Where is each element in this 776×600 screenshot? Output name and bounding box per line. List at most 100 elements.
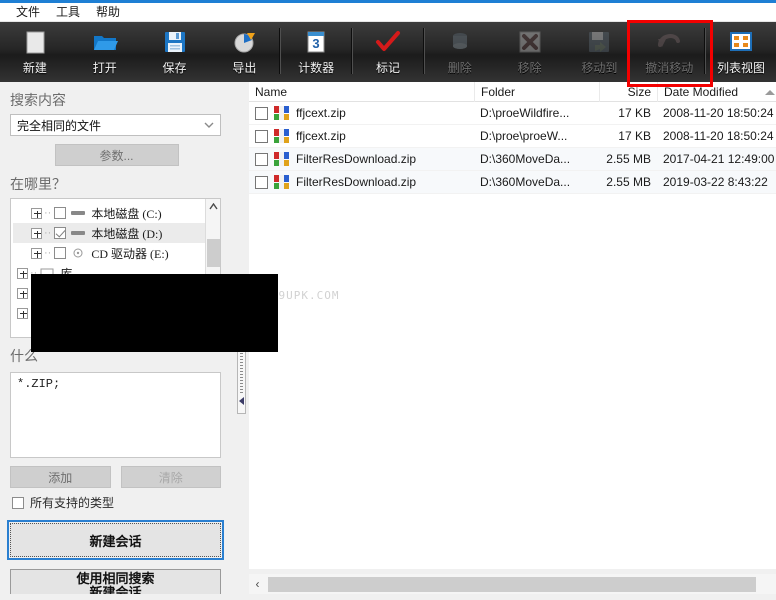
cell-name: FilterResDownload.zip bbox=[249, 148, 474, 171]
row-checkbox[interactable] bbox=[255, 152, 268, 166]
toolbar-button-counter[interactable]: 3 计数器 bbox=[281, 22, 351, 82]
table-row[interactable]: ffjcext.zip D:\proeWildfire... 17 KB 200… bbox=[249, 102, 776, 125]
search-mode-value: 完全相同的文件 bbox=[17, 118, 102, 133]
expand-plus-icon[interactable] bbox=[31, 207, 42, 219]
search-mode-combobox[interactable]: 完全相同的文件 bbox=[10, 114, 221, 136]
tree-label-drive-e: CD 驱动器 (E:) bbox=[91, 246, 169, 261]
column-header-name[interactable]: Name bbox=[249, 82, 474, 102]
expand-plus-icon[interactable] bbox=[31, 247, 42, 259]
menu-file[interactable]: 文件 bbox=[8, 3, 48, 22]
column-header-date-label: Date Modified bbox=[664, 84, 739, 99]
svg-text:3: 3 bbox=[313, 36, 320, 51]
cell-date: 2008-11-20 18:50:24 bbox=[663, 128, 774, 143]
toolbar-button-move-to[interactable]: 移动到 bbox=[565, 22, 635, 82]
scroll-left-arrow-icon[interactable]: ‹ bbox=[249, 574, 266, 594]
table-row[interactable]: ffjcext.zip D:\proe\proeW... 17 KB 2008-… bbox=[249, 125, 776, 148]
toolbar-button-export[interactable]: 导出 bbox=[209, 22, 279, 82]
cell-size: 17 KB bbox=[618, 128, 651, 143]
horizontal-scroll-thumb[interactable] bbox=[268, 576, 756, 592]
row-checkbox[interactable] bbox=[255, 129, 268, 143]
toolbar-label-counter: 计数器 bbox=[298, 61, 335, 75]
tree-checkbox-drive-c[interactable] bbox=[54, 207, 67, 219]
export-chart-icon bbox=[230, 28, 258, 56]
bottom-strip bbox=[0, 594, 776, 600]
toolbar-button-list-view[interactable]: 列表视图 bbox=[706, 22, 776, 82]
row-checkbox[interactable] bbox=[255, 106, 268, 120]
main-toolbar: 新建 打开 保存 导出 3 计数器 标记 删除 移除 移动到 撤消移动 列表视图 bbox=[0, 22, 776, 82]
menu-tools[interactable]: 工具 bbox=[48, 3, 88, 22]
toolbar-button-undo-move[interactable]: 撤消移动 bbox=[634, 22, 704, 82]
tree-row-drive-c[interactable]: ·· 本地磁盘 (C:) bbox=[13, 203, 218, 223]
toolbar-label-move-to: 移动到 bbox=[581, 61, 618, 75]
tree-checkbox-drive-e[interactable] bbox=[54, 247, 67, 259]
toolbar-label-new: 新建 bbox=[22, 61, 47, 75]
toolbar-label-save: 保存 bbox=[162, 61, 187, 75]
add-filetype-button[interactable]: 添加 bbox=[10, 466, 111, 488]
cell-name: ffjcext.zip bbox=[249, 125, 474, 148]
tree-dots: ·· bbox=[44, 247, 52, 259]
where-title: 在哪里？ bbox=[10, 176, 66, 192]
expand-plus-icon[interactable] bbox=[17, 307, 28, 319]
tree-checkbox-drive-d[interactable] bbox=[54, 227, 67, 239]
tree-label-drive-d: 本地磁盘 (D:) bbox=[91, 226, 163, 241]
all-supported-types-label: 所有支持的类型 bbox=[30, 496, 115, 510]
table-row[interactable]: FilterResDownload.zip D:\360MoveDa... 2.… bbox=[249, 171, 776, 194]
tree-row-drive-d[interactable]: ·· 本地磁盘 (D:) bbox=[13, 223, 218, 243]
delete-bin-icon bbox=[446, 28, 474, 56]
all-supported-types-row[interactable]: 所有支持的类型 bbox=[12, 494, 233, 511]
column-header-folder[interactable]: Folder bbox=[474, 81, 599, 102]
file-name-text: ffjcext.zip bbox=[296, 105, 346, 120]
chevron-down-icon bbox=[203, 119, 215, 131]
sort-ascending-icon bbox=[765, 89, 776, 95]
tree-label-drive-c: 本地磁盘 (C:) bbox=[91, 206, 162, 221]
expand-plus-icon[interactable] bbox=[31, 227, 42, 239]
zip-file-icon bbox=[274, 151, 290, 167]
filetype-button-row: 添加 清除 bbox=[10, 466, 221, 488]
toolbar-label-open: 打开 bbox=[92, 61, 117, 75]
splitter-collapse-arrow-icon[interactable] bbox=[239, 396, 244, 405]
toolbar-button-open[interactable]: 打开 bbox=[70, 22, 140, 82]
application-window: 文件 工具 帮助 新建 打开 保存 导出 3 计数器 标记 删除 移除 移动到 … bbox=[0, 0, 776, 600]
zip-file-icon bbox=[274, 174, 290, 190]
all-supported-types-checkbox[interactable] bbox=[12, 496, 24, 509]
toolbar-label-delete: 删除 bbox=[447, 61, 472, 75]
cd-drive-icon bbox=[71, 248, 85, 258]
toolbar-button-save[interactable]: 保存 bbox=[140, 22, 210, 82]
cell-size: 2.55 MB bbox=[606, 151, 651, 166]
file-name-text: FilterResDownload.zip bbox=[296, 174, 417, 189]
column-header-size[interactable]: Size bbox=[599, 81, 657, 102]
toolbar-button-new[interactable]: 新建 bbox=[0, 22, 70, 82]
tree-row-drive-e[interactable]: ·· CD 驱动器 (E:) bbox=[13, 243, 218, 263]
file-name-text: ffjcext.zip bbox=[296, 128, 346, 143]
cell-date: 2017-04-21 12:49:00 bbox=[663, 151, 775, 166]
toolbar-button-delete[interactable]: 删除 bbox=[425, 22, 495, 82]
toolbar-label-undo-move: 撤消移动 bbox=[645, 61, 694, 75]
table-row[interactable]: FilterResDownload.zip D:\360MoveDa... 2.… bbox=[249, 148, 776, 171]
column-header-date[interactable]: Date Modified bbox=[657, 81, 776, 102]
cell-folder: D:\360MoveDa... bbox=[480, 174, 571, 189]
menu-help[interactable]: 帮助 bbox=[88, 3, 128, 22]
expand-plus-icon[interactable] bbox=[17, 267, 28, 279]
file-list-horizontal-scrollbar[interactable]: ‹ bbox=[249, 574, 776, 594]
cell-date: 2008-11-20 18:50:24 bbox=[663, 105, 774, 120]
parameters-button[interactable]: 参数... bbox=[54, 144, 179, 166]
new-session-button[interactable]: 新建会话 bbox=[7, 520, 224, 560]
filetype-input[interactable]: *.ZIP; bbox=[10, 372, 221, 458]
toolbar-button-remove[interactable]: 移除 bbox=[495, 22, 565, 82]
clear-filetype-button[interactable]: 清除 bbox=[120, 466, 221, 488]
scroll-up-arrow-icon[interactable] bbox=[206, 199, 220, 214]
cell-folder: D:\proeWildfire... bbox=[480, 105, 570, 120]
toolbar-label-list-view: 列表视图 bbox=[717, 61, 766, 75]
tree-scroll-thumb[interactable] bbox=[207, 239, 220, 267]
row-checkbox[interactable] bbox=[255, 175, 268, 189]
tree-dots: ·· bbox=[44, 227, 52, 239]
cell-folder: D:\360MoveDa... bbox=[480, 151, 571, 166]
cell-size: 17 KB bbox=[618, 105, 651, 120]
file-name-text: FilterResDownload.zip bbox=[296, 151, 417, 166]
toolbar-label-export: 导出 bbox=[232, 61, 257, 75]
cell-folder: D:\proe\proeW... bbox=[480, 128, 568, 143]
cell-name: ffjcext.zip bbox=[249, 102, 474, 125]
toolbar-button-mark[interactable]: 标记 bbox=[353, 22, 423, 82]
expand-plus-icon[interactable] bbox=[17, 287, 28, 299]
file-list-panel: Name Folder Size Date Modified ffjcext.z… bbox=[249, 81, 776, 569]
